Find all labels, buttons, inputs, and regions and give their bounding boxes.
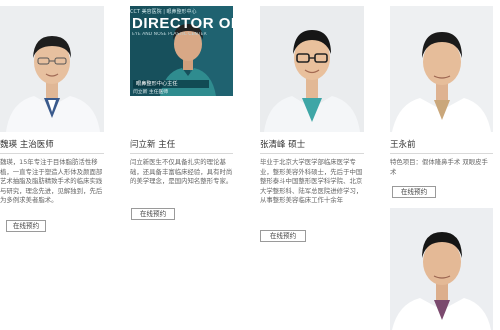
book-online-button-3[interactable]: 在线预约 — [260, 230, 306, 242]
doctor-name-3: 张清峰 硕士 — [260, 140, 306, 150]
book-online-button-4[interactable]: 在线预约 — [392, 186, 436, 198]
doctor-desc-2: 闫立新医生不仅具备扎实的理论基础，还具备丰富临床经验，具有时尚的美学理念，是国内… — [130, 158, 233, 186]
doctor-desc-4: 特色项目：假体隆鼻手术 双眼皮手术 — [390, 158, 488, 176]
doctor-name-2: 闫立新 主任 — [130, 140, 176, 150]
doctor-desc-3: 毕业于北京大学医学部临床医学专业，整形美容外科硕士，先后于中国整形泰斗中国整形医… — [260, 158, 363, 205]
doctor-portrait-5 — [390, 208, 493, 330]
divider-4 — [390, 153, 493, 154]
doctor-portrait-1 — [0, 6, 104, 132]
doctor-name-4: 王永前 — [390, 140, 416, 150]
book-online-button-2[interactable]: 在线预约 — [131, 208, 175, 220]
banner-subtitle: EYE AND NOSE PLASTIC CENTER — [132, 32, 207, 37]
doctor-photo-3 — [260, 6, 364, 132]
doctor-desc-1: 魏瑛，15年专注于目体脂肪活性移植，一直专注于塑造人形体及颜面部艺术抽脂及脂肪精… — [0, 158, 103, 205]
divider-1 — [0, 153, 104, 154]
divider-3 — [260, 153, 364, 154]
doctor-photo-1 — [0, 6, 104, 132]
banner-top-text: CCT 美容医院 | 眼鼻整形中心 — [130, 9, 197, 15]
banner-title: DIRECTOR OF — [132, 16, 233, 31]
divider-2 — [130, 153, 233, 154]
doctor-portrait-3 — [260, 6, 364, 132]
doctor-name-1: 魏瑛 主治医师 — [0, 140, 54, 150]
doctor-portrait-4 — [390, 6, 493, 132]
doctor-photo-4 — [390, 6, 493, 132]
doctor-photo-5 — [390, 208, 493, 330]
doctor-photo-2: CCT 美容医院 | 眼鼻整形中心 DIRECTOR OF EYE AND NO… — [130, 6, 233, 96]
book-online-button-1[interactable]: 在线预约 — [6, 220, 46, 232]
banner-caption-name: 闫立新 主任医师 — [133, 90, 169, 95]
banner-caption: 眼鼻整形中心主任 — [133, 80, 209, 88]
